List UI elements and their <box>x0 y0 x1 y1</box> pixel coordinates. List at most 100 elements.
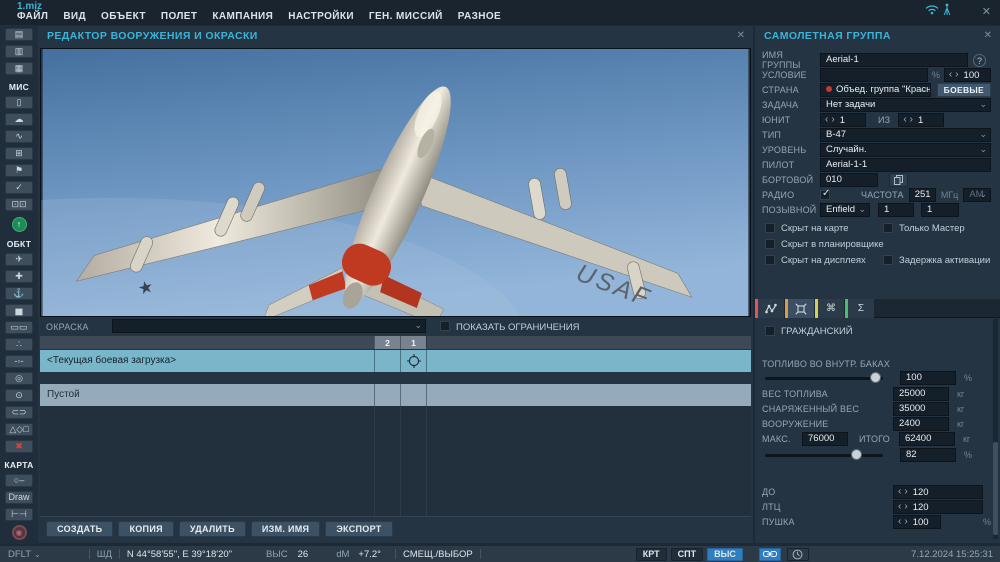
mission-check-button[interactable]: ✓ <box>5 181 33 194</box>
increment-icon[interactable]: › <box>910 115 913 125</box>
add-vehicle-button[interactable]: ▅ <box>5 304 33 317</box>
satellite-mode-button[interactable]: СПТ <box>670 547 704 561</box>
increment-icon[interactable]: › <box>904 517 907 527</box>
decrement-icon[interactable]: ‹ <box>949 70 952 80</box>
callsign-number2-field[interactable]: 1 <box>921 203 959 217</box>
menu-misc[interactable]: РАЗНОЕ <box>458 11 501 22</box>
radio-checkbox[interactable]: ✓ <box>820 188 830 200</box>
increment-icon[interactable]: › <box>904 502 907 512</box>
decrement-icon[interactable]: ‹ <box>825 115 828 125</box>
menu-campaign[interactable]: КАМПАНИЯ <box>212 11 273 22</box>
show-limits-checkbox[interactable] <box>440 321 450 331</box>
new-mission-button[interactable]: ▤ <box>5 28 33 41</box>
decrement-icon[interactable]: ‹ <box>898 502 901 512</box>
copy-button[interactable]: КОПИЯ <box>118 521 174 537</box>
triggers-button[interactable]: ⊡⊡ <box>5 198 33 211</box>
payload-editor-close-icon[interactable]: ✕ <box>737 30 745 41</box>
ruler-button[interactable]: ⊢⊣ <box>5 508 33 521</box>
increment-icon[interactable]: › <box>955 70 958 80</box>
weight-slider[interactable] <box>765 448 883 462</box>
group-name-field[interactable]: Aerial-1 <box>820 53 968 67</box>
window-close-icon[interactable]: ✕ <box>982 5 991 18</box>
add-infantry-button[interactable]: ∴ <box>5 338 33 351</box>
menu-mission-generator[interactable]: ГЕН. МИССИЙ <box>369 11 443 22</box>
callsign-number1-field[interactable]: 1 <box>878 203 914 217</box>
total-weight-field[interactable]: 62400 <box>898 432 955 446</box>
unit-number-spinner[interactable]: ‹ › 1 <box>820 113 866 127</box>
draw-button[interactable]: Draw <box>5 491 33 504</box>
fuel-slider[interactable] <box>765 371 883 385</box>
gun-spinner[interactable]: ‹ › 100 <box>893 515 941 529</box>
frequency-field[interactable]: 251 <box>908 188 936 202</box>
offset-select-label[interactable]: СМЕЩ./ВЫБОР <box>403 549 473 560</box>
layer-dropdown[interactable]: DFLT <box>8 549 31 560</box>
tab-payload[interactable] <box>785 299 814 318</box>
scrollbar-thumb[interactable] <box>993 442 998 535</box>
weight-percent-field[interactable]: 82 <box>900 448 956 462</box>
bullseye-button[interactable]: ⊞ <box>5 147 33 160</box>
decrement-icon[interactable]: ‹ <box>898 487 901 497</box>
menu-file[interactable]: ФАЙЛ <box>17 11 48 22</box>
delete-button[interactable]: УДАЛИТЬ <box>178 521 246 537</box>
tail-number-copy-button[interactable] <box>889 173 908 187</box>
decrement-icon[interactable]: ‹ <box>898 517 901 527</box>
decrement-icon[interactable]: ‹ <box>903 115 906 125</box>
max-weight-field[interactable]: 76000 <box>802 432 848 446</box>
map-key-button[interactable]: ○‒ <box>5 474 33 487</box>
time-settings-button[interactable] <box>786 547 809 561</box>
combat-coalitions-button[interactable]: БОЕВЫЕ <box>936 83 991 97</box>
hidden-on-map-checkbox[interactable] <box>765 223 775 233</box>
coord-system-label[interactable]: ШД <box>97 549 112 560</box>
tab-triggered-actions[interactable]: ⌘ <box>815 299 844 318</box>
callsign-dropdown[interactable]: Enfield ⌄ <box>820 203 870 217</box>
hidden-in-planner-checkbox[interactable] <box>765 239 775 249</box>
increment-icon[interactable]: › <box>831 115 834 125</box>
panel-scrollbar[interactable] <box>993 319 998 539</box>
increment-icon[interactable]: › <box>904 487 907 497</box>
heliport-button[interactable]: ⊙ <box>5 389 33 402</box>
farp-button[interactable]: ⊂⊃ <box>5 406 33 419</box>
civilian-checkbox[interactable] <box>765 326 775 336</box>
flares-spinner[interactable]: ‹ › 120 <box>893 500 983 514</box>
zones-shapes-button[interactable]: △◇□ <box>5 423 33 436</box>
menu-object[interactable]: ОБЪЕКТ <box>101 11 146 22</box>
master-only-checkbox[interactable] <box>883 223 893 233</box>
add-helicopter-button[interactable]: ✚ <box>5 270 33 283</box>
rename-button[interactable]: ИЗМ. ИМЯ <box>250 521 321 537</box>
aircraft-type-dropdown[interactable]: B-47 ⌄ <box>820 128 991 142</box>
delete-object-button[interactable]: ✖ <box>5 440 33 453</box>
altitude-mode-button[interactable]: ВЫС <box>707 547 743 561</box>
menu-view[interactable]: ВИД <box>63 11 86 22</box>
task-dropdown[interactable]: Нет задачи ⌄ <box>820 98 991 112</box>
sling-load-button[interactable]: ∿ <box>5 130 33 143</box>
menu-settings[interactable]: НАСТРОЙКИ <box>288 11 354 22</box>
goals-button[interactable]: ⚑ <box>5 164 33 177</box>
loadout-row-current[interactable]: <Текущая боевая загрузка> <box>40 350 751 372</box>
open-mission-button[interactable]: ▥ <box>5 45 33 58</box>
fuel-percent-field[interactable]: 100 <box>900 371 956 385</box>
map-mode-button[interactable]: КРТ <box>635 547 667 561</box>
weather-button[interactable]: ☁ <box>5 113 33 126</box>
save-mission-button[interactable]: ▦ <box>5 62 33 75</box>
loadout-row-empty[interactable]: Пустой <box>40 384 751 406</box>
condition-field[interactable] <box>820 68 928 82</box>
aircraft-3d-viewport[interactable]: USAF ★ <box>0 48 751 496</box>
chaff-spinner[interactable]: ‹ › 120 <box>893 485 983 499</box>
export-button[interactable]: ЭКСПОРТ <box>325 521 393 537</box>
paint-scheme-dropdown[interactable]: ⌄ <box>112 319 426 333</box>
create-button[interactable]: СОЗДАТЬ <box>46 521 114 537</box>
pilot-name-field[interactable]: Aerial-1-1 <box>820 158 991 172</box>
modulation-dropdown[interactable]: АМ ⌄ <box>963 188 991 202</box>
add-airplane-button[interactable]: ✈ <box>5 253 33 266</box>
tail-number-field[interactable]: 010 <box>820 173 878 187</box>
airfield-button[interactable]: ◎ <box>5 372 33 385</box>
menu-flight[interactable]: ПОЛЕТ <box>161 11 198 22</box>
add-static-object-button[interactable]: -◦- <box>5 355 33 368</box>
add-train-button[interactable]: ▭▭ <box>5 321 33 334</box>
fuel-slider-knob[interactable] <box>870 372 881 383</box>
weight-slider-knob[interactable] <box>851 449 862 460</box>
help-icon[interactable]: ? <box>973 53 986 67</box>
fuel-weight-field[interactable]: 25000 <box>893 387 949 401</box>
add-ship-button[interactable]: ⚓ <box>5 287 33 300</box>
hidden-on-mfd-checkbox[interactable] <box>765 255 775 265</box>
